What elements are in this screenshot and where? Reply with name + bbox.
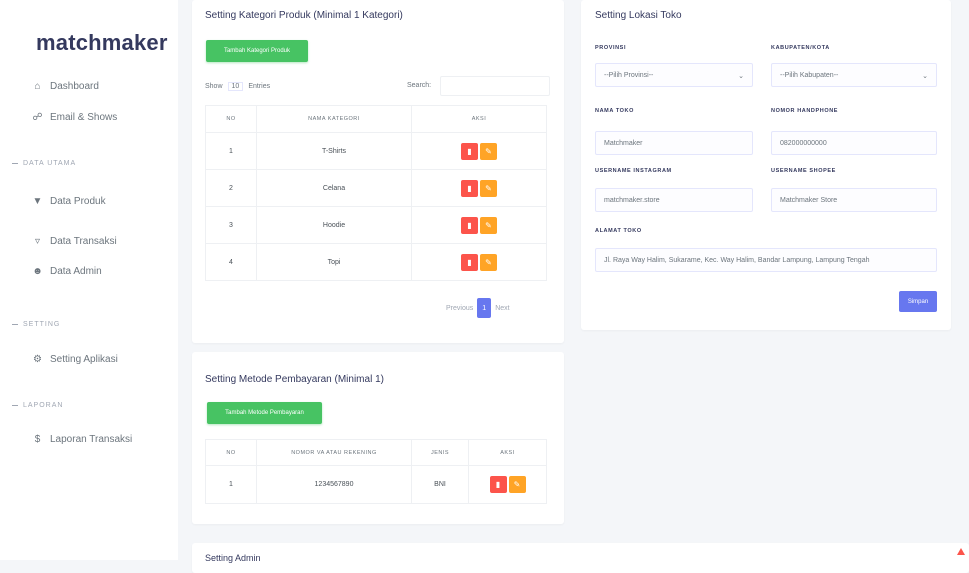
username-ig-label: USERNAME INSTAGRAM	[595, 168, 672, 174]
sidebar-item-label: Setting Aplikasi	[50, 354, 118, 365]
sidebar-item-label: Data Admin	[50, 266, 102, 277]
sidebar-item-data-transaksi[interactable]: ▿ Data Transaksi	[32, 236, 117, 247]
sidebar-item-label: Laporan Transaksi	[50, 434, 133, 445]
lokasi-card: Setting Lokasi Toko PROVINSI --Pilih Pro…	[581, 0, 951, 330]
kategori-title: Setting Kategori Produk (Minimal 1 Kateg…	[205, 10, 403, 21]
edit-icon[interactable]: ✎	[508, 476, 526, 493]
alamat-input[interactable]: Jl. Raya Way Halim, Sukarame, Kec. Way H…	[595, 248, 937, 272]
kategori-card: Setting Kategori Produk (Minimal 1 Kateg…	[192, 0, 564, 343]
username-ig-input[interactable]: matchmaker.store	[595, 188, 753, 212]
col-aksi[interactable]: AKSI	[468, 439, 547, 466]
pembayaran-title: Setting Metode Pembayaran (Minimal 1)	[205, 374, 384, 385]
add-pembayaran-button[interactable]: Tambah Metode Pembayaran	[207, 402, 322, 424]
sidebar-header-setting: SETTING	[12, 321, 60, 328]
scroll-top-icon[interactable]	[957, 548, 965, 555]
sidebar-item-laporan-transaksi[interactable]: $ Laporan Transaksi	[32, 434, 133, 445]
nama-toko-input[interactable]: Matchmaker	[595, 131, 753, 155]
kabupaten-label: KABUPATEN/KOTA	[771, 45, 830, 51]
col-no[interactable]: NO	[205, 105, 257, 133]
sidebar-item-data-admin[interactable]: ☻ Data Admin	[32, 266, 102, 277]
search-input[interactable]	[440, 76, 550, 96]
brand-logo[interactable]: matchmaker	[36, 30, 168, 56]
admin-card-title: Setting Admin	[205, 553, 261, 563]
pagination-prev[interactable]: Previous	[446, 305, 473, 312]
delete-icon[interactable]: ▮	[461, 216, 478, 234]
search-label: Search:	[407, 82, 432, 89]
delete-icon[interactable]: ▮	[461, 253, 478, 271]
users-icon: ☻	[32, 266, 43, 277]
edit-icon[interactable]: ✎	[480, 142, 497, 160]
col-aksi[interactable]: AKSI	[411, 105, 547, 133]
provinsi-select[interactable]: --Pilih Provinsi-- ⌄	[595, 63, 753, 87]
sidebar-item-email-shows[interactable]: ☍ Email & Shows	[32, 112, 117, 123]
sidebar-item-label: Data Transaksi	[50, 236, 117, 247]
dollar-icon: $	[34, 434, 41, 445]
edit-icon[interactable]: ✎	[480, 253, 497, 271]
sidebar-item-setting-aplikasi[interactable]: ⚙ Setting Aplikasi	[32, 354, 118, 365]
provinsi-label: PROVINSI	[595, 45, 627, 51]
col-rekening[interactable]: NOMOR VA ATAU REKENING	[256, 439, 412, 466]
lokasi-title: Setting Lokasi Toko	[595, 10, 682, 21]
sidebar-item-data-produk[interactable]: ▼ Data Produk	[32, 196, 106, 207]
funnel-icon: ▼	[32, 196, 43, 207]
admin-card: Setting Admin	[192, 543, 969, 573]
sidebar-item-label: Data Produk	[50, 196, 106, 207]
kabupaten-select[interactable]: --Pilih Kabupaten-- ⌄	[771, 63, 937, 87]
edit-icon[interactable]: ✎	[480, 179, 497, 197]
nama-toko-label: NAMA TOKO	[595, 108, 635, 114]
show-entries: Show 10 Entries	[205, 82, 271, 91]
col-jenis[interactable]: JENIS	[411, 439, 469, 466]
table-row: 1 T-Shirts ▮ ✎	[205, 132, 547, 170]
delete-icon[interactable]: ▮	[461, 179, 478, 197]
delete-icon[interactable]: ▮	[461, 142, 478, 160]
pembayaran-card: Setting Metode Pembayaran (Minimal 1) Ta…	[192, 352, 564, 524]
chevron-down-icon: ⌄	[738, 73, 744, 80]
sidebar-item-dashboard[interactable]: ⌂ Dashboard	[32, 81, 99, 92]
sidebar-header-data: DATA UTAMA	[12, 160, 76, 167]
pembayaran-table: NO NOMOR VA ATAU REKENING JENIS AKSI 1 1…	[205, 439, 547, 504]
pagination: Previous 1 Next	[446, 298, 510, 318]
col-no[interactable]: NO	[205, 439, 257, 466]
add-kategori-button[interactable]: Tambah Kategori Produk	[206, 40, 308, 62]
username-shopee-input[interactable]: Matchmaker Store	[771, 188, 937, 212]
entries-select[interactable]: 10	[227, 82, 244, 91]
table-row: 1 1234567890 BNI ▮ ✎	[205, 465, 547, 504]
link-icon: ☍	[32, 112, 43, 123]
alamat-label: ALAMAT TOKO	[595, 228, 642, 234]
col-nama-kategori[interactable]: NAMA KATEGORI	[256, 105, 412, 133]
edit-icon[interactable]: ✎	[480, 216, 497, 234]
sidebar-header-laporan: LAPORAN	[12, 402, 63, 409]
nomor-label: NOMOR HANDPHONE	[771, 108, 839, 114]
table-row: 4 Topi ▮ ✎	[205, 243, 547, 281]
table-row: 3 Hoodie ▮ ✎	[205, 206, 547, 244]
table-row: 2 Celana ▮ ✎	[205, 169, 547, 207]
filter-icon: ▿	[34, 236, 41, 247]
sidebar-item-label: Dashboard	[50, 81, 99, 92]
delete-icon[interactable]: ▮	[489, 476, 507, 493]
home-icon: ⌂	[34, 81, 41, 92]
pagination-page-1[interactable]: 1	[477, 298, 492, 318]
kategori-table: NO NAMA KATEGORI AKSI 1 T-Shirts ▮ ✎ 2 Ce…	[205, 105, 547, 281]
sidebar: matchmaker ⌂ Dashboard ☍ Email & Shows D…	[0, 0, 178, 560]
pagination-next[interactable]: Next	[495, 305, 509, 312]
save-button[interactable]: Simpan	[899, 291, 937, 312]
nomor-input[interactable]: 082000000000	[771, 131, 937, 155]
username-shopee-label: USERNAME SHOPEE	[771, 168, 836, 174]
chevron-down-icon: ⌄	[922, 73, 928, 80]
gear-icon: ⚙	[33, 354, 42, 365]
sidebar-item-label: Email & Shows	[50, 112, 118, 123]
